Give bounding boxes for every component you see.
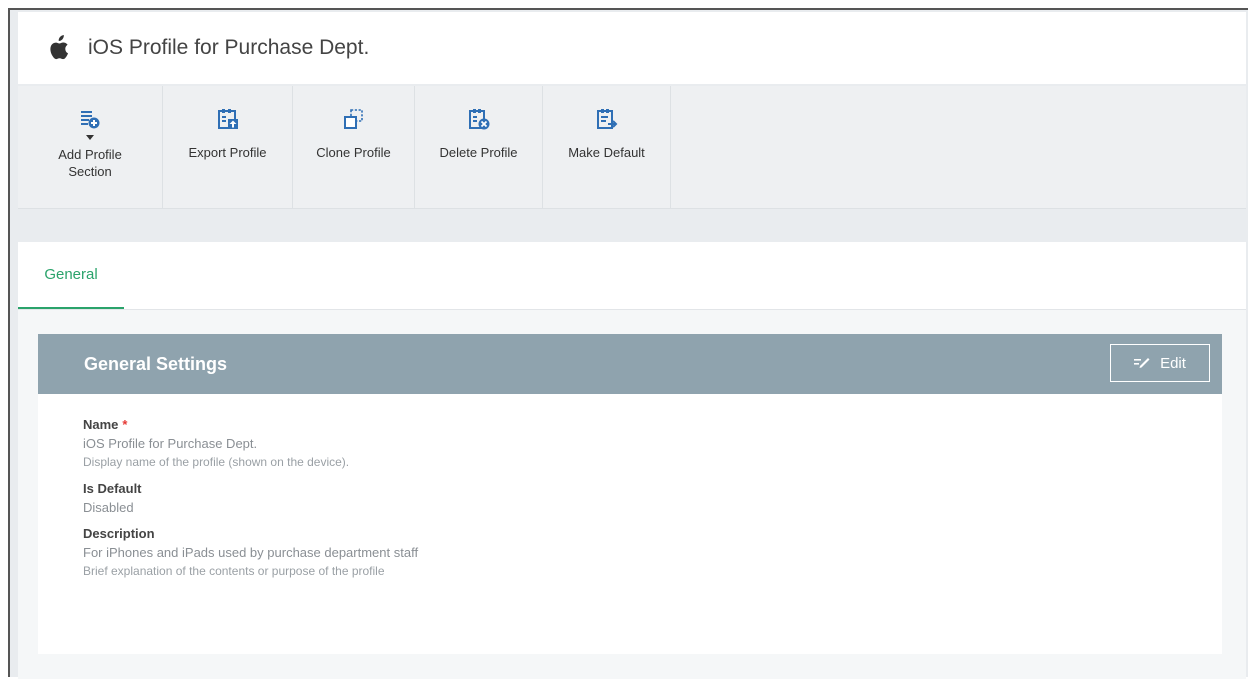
window-frame: iOS Profile for Purchase Dept. Add Profi… [8,8,1248,679]
field-description-label: Description [83,526,155,541]
edit-button[interactable]: Edit [1110,344,1210,382]
content-area: General Settings Edit Name * iOS Profile… [18,310,1246,679]
delete-profile-button[interactable]: Delete Profile [415,86,543,208]
tab-general[interactable]: General [18,242,124,310]
field-is-default-value: Disabled [83,500,134,515]
clone-icon [343,108,365,130]
add-profile-label-line1: Add Profile [58,147,122,162]
delete-icon [468,108,490,130]
edit-icon [1134,355,1160,372]
make-default-icon [596,108,618,130]
make-default-label: Make Default [568,145,645,160]
field-description-value: For iPhones and iPads used by purchase d… [83,545,419,560]
delete-profile-label: Delete Profile [439,145,518,160]
required-marker: * [122,417,128,432]
field-is-default-label: Is Default [83,481,142,496]
field-description-help: Brief explanation of the contents or pur… [83,564,385,578]
edit-label: Edit [1160,354,1186,372]
fields-list: Name * iOS Profile for Purchase Dept. Dis… [38,394,1222,581]
field-description: Description For iPhones and iPads used b… [83,525,1222,581]
export-icon [217,108,239,130]
clone-profile-button[interactable]: Clone Profile [293,86,415,208]
add-profile-label-line2: Section [68,164,112,179]
field-is-default: Is Default Disabled [83,480,1222,517]
apple-icon [46,34,70,62]
chevron-down-icon [86,135,94,140]
export-profile-button[interactable]: Export Profile [163,86,293,208]
toolbar: Add Profile Section Export Profile Clone… [18,86,1246,209]
field-name-help: Display name of the profile (shown on th… [83,455,350,469]
field-name-value: iOS Profile for Purchase Dept. [83,436,258,451]
add-profile-section-button[interactable]: Add Profile Section [18,86,163,208]
clone-profile-label: Clone Profile [316,145,391,160]
tab-bar: General [18,242,1246,310]
general-settings-panel: General Settings Edit Name * iOS Profile… [38,334,1222,654]
panel-title: General Settings [84,353,228,374]
make-default-button[interactable]: Make Default [543,86,671,208]
page-title: iOS Profile for Purchase Dept. [88,36,370,59]
field-name-label: Name [83,417,119,432]
export-profile-label: Export Profile [188,145,267,160]
title-bar: iOS Profile for Purchase Dept. [18,12,1246,84]
panel-header: General Settings Edit [38,334,1222,394]
field-name: Name * iOS Profile for Purchase Dept. Dis… [83,416,1222,472]
tab-general-label: General [44,266,98,283]
add-section-icon [79,108,101,130]
